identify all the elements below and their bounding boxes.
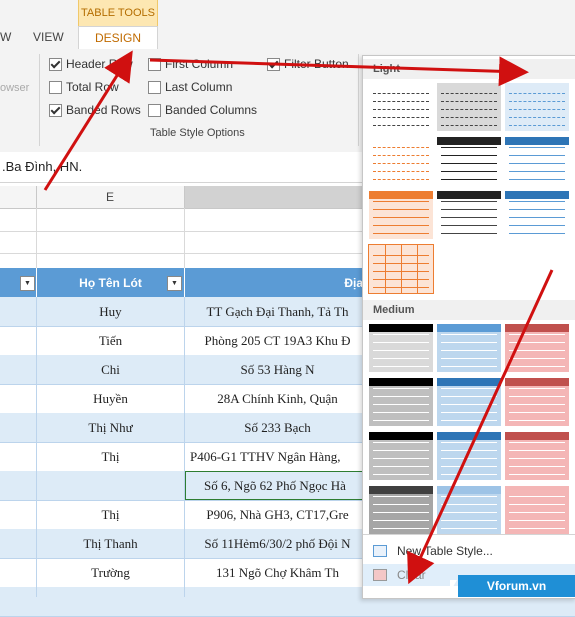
arrow-to-design-tab [43, 50, 133, 191]
annotation-arrows [43, 50, 554, 585]
arrow-to-clear [407, 269, 554, 585]
arrow-to-gallery [149, 56, 529, 87]
